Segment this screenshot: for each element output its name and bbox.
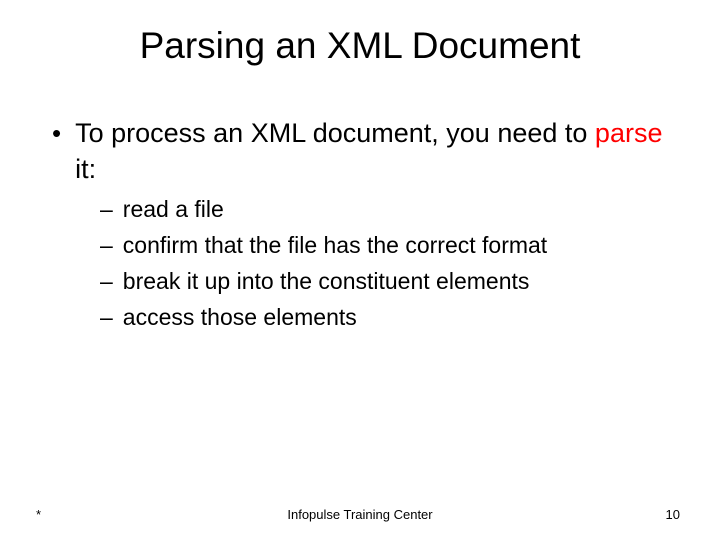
main-suffix: it:	[75, 154, 96, 184]
sub-bullet-list: – read a file – confirm that the file ha…	[52, 193, 690, 333]
dash-icon: –	[100, 265, 113, 297]
sub-bullet-text: confirm that the file has the correct fo…	[123, 229, 547, 261]
sub-bullet-text: read a file	[123, 193, 224, 225]
sub-bullet: – confirm that the file has the correct …	[100, 229, 690, 261]
bullet-dot-icon: •	[52, 115, 61, 151]
main-highlight: parse	[595, 118, 663, 148]
footer-right: 10	[666, 507, 680, 522]
slide-title: Parsing an XML Document	[0, 25, 720, 67]
sub-bullet-text: access those elements	[123, 301, 357, 333]
footer-left: *	[36, 507, 41, 522]
sub-bullet: – access those elements	[100, 301, 690, 333]
slide-footer: * Infopulse Training Center 10	[0, 507, 720, 522]
main-bullet: • To process an XML document, you need t…	[52, 115, 690, 187]
dash-icon: –	[100, 193, 113, 225]
slide: Parsing an XML Document • To process an …	[0, 0, 720, 540]
sub-bullet: – read a file	[100, 193, 690, 225]
footer-center: Infopulse Training Center	[0, 507, 720, 522]
sub-bullet: – break it up into the constituent eleme…	[100, 265, 690, 297]
slide-content: • To process an XML document, you need t…	[0, 115, 720, 333]
main-prefix: To process an XML document, you need to	[75, 118, 595, 148]
dash-icon: –	[100, 229, 113, 261]
sub-bullet-text: break it up into the constituent element…	[123, 265, 530, 297]
dash-icon: –	[100, 301, 113, 333]
main-bullet-text: To process an XML document, you need to …	[75, 115, 690, 187]
